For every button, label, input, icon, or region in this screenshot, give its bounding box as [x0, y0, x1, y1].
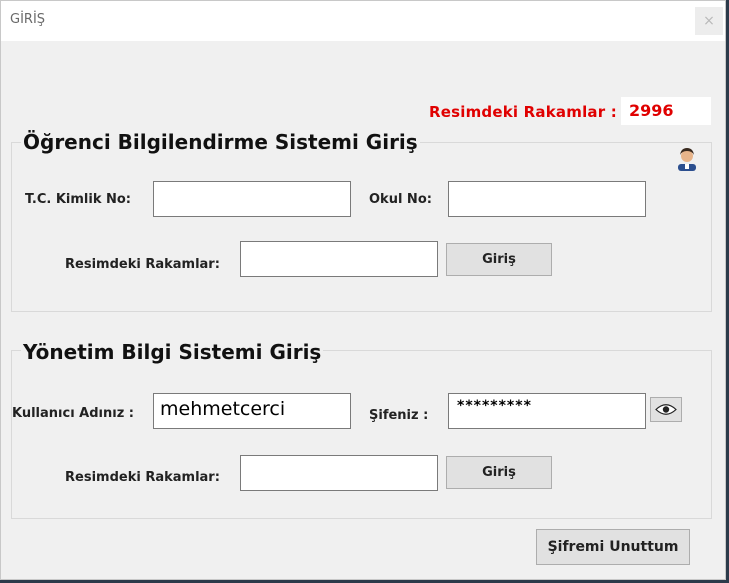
eye-icon: [655, 404, 677, 415]
username-input[interactable]: mehmetcerci: [153, 393, 351, 429]
admin-captcha-label: Resimdeki Rakamlar:: [65, 470, 220, 485]
student-login-group: [11, 142, 712, 312]
student-captcha-label: Resimdeki Rakamlar:: [65, 257, 220, 272]
admin-group-title: Yönetim Bilgi Sistemi Giriş: [21, 340, 324, 364]
tc-label: T.C. Kimlik No:: [25, 192, 132, 207]
username-label: Kullanıcı Adınız :: [12, 406, 135, 421]
school-no-input[interactable]: [448, 181, 646, 217]
admin-captcha-input[interactable]: [240, 455, 438, 491]
school-no-label: Okul No:: [369, 192, 432, 207]
window-title: GİRİŞ: [10, 12, 46, 27]
tc-input[interactable]: [153, 181, 351, 217]
admin-login-group: [11, 350, 712, 519]
student-login-button[interactable]: Giriş: [446, 243, 552, 276]
captcha-display: 2996: [621, 97, 711, 125]
captcha-label: Resimdeki Rakamlar :: [429, 103, 617, 121]
password-input[interactable]: *********: [448, 393, 646, 429]
show-password-button[interactable]: [650, 397, 682, 422]
student-captcha-input[interactable]: [240, 241, 438, 277]
login-window: GİRİŞ × Resimdeki Rakamlar : 2996 Öğrenc…: [0, 0, 726, 580]
admin-login-button[interactable]: Giriş: [446, 456, 552, 489]
password-label: Şifeniz :: [369, 408, 429, 423]
close-button[interactable]: ×: [695, 7, 723, 35]
title-bar: GİRİŞ ×: [1, 1, 725, 41]
forgot-password-button[interactable]: Şifremi Unuttum: [536, 529, 690, 565]
student-group-title: Öğrenci Bilgilendirme Sistemi Giriş: [21, 130, 420, 154]
user-icon: [678, 148, 696, 171]
